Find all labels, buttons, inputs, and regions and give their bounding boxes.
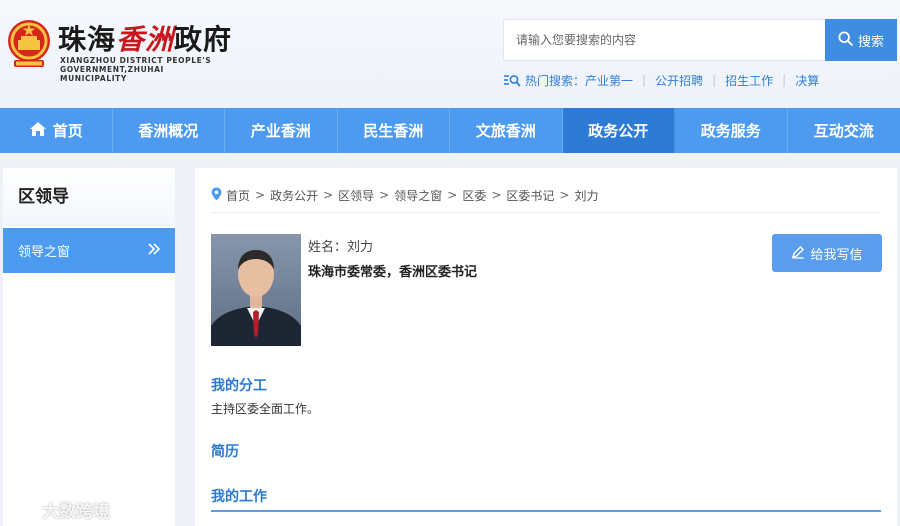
work-heading: 我的工作 (211, 489, 267, 505)
sidebar-title: 区领导 (3, 168, 175, 226)
breadcrumb-current: 刘力 (574, 188, 599, 203)
section-underline (211, 510, 881, 512)
breadcrumb-district-leaders[interactable]: 区领导 (338, 187, 374, 204)
hot-link-zhaopin[interactable]: 公开招聘 (655, 72, 703, 89)
sidebar-item-leaders-window[interactable]: 领导之窗 (3, 228, 175, 273)
search-button-label: 搜索 (857, 33, 884, 49)
duty-heading: 我的分工 (211, 378, 267, 394)
logo-english-line1: XIANGZHOU DISTRICT PEOPLE'S (60, 56, 212, 65)
nav-label-services: 政务服务 (700, 122, 761, 140)
logo-text-zhuhai: 珠海 (58, 23, 117, 56)
logo-english: XIANGZHOU DISTRICT PEOPLE'S GOVERNMENT,Z… (60, 56, 230, 83)
hot-search-icon (503, 73, 521, 87)
write-letter-label: 给我写信 (810, 246, 863, 262)
watermark-logo-icon (8, 497, 38, 522)
divider: | (782, 73, 787, 87)
logo-text-zhengfu: 政府 (174, 23, 233, 56)
main-content: 首页 > 政务公开 > 区领导 > 领导之窗 > 区委 > 区委书记 > 刘力 (195, 168, 897, 526)
nav-item-culture[interactable]: 文旅香洲 (450, 108, 563, 153)
nav-label-livelihood: 民生香洲 (363, 122, 424, 140)
sidebar-item-label: 领导之窗 (18, 245, 71, 260)
breadcrumb: 首页 > 政务公开 > 区领导 > 领导之窗 > 区委 > 区委书记 > 刘力 (211, 184, 881, 206)
watermark: 大数跨境 (8, 496, 110, 522)
breadcrumb-home[interactable]: 首页 (226, 187, 250, 204)
pen-icon (791, 245, 805, 262)
breadcrumb-leaders-window[interactable]: 领导之窗 (394, 187, 442, 204)
hot-link-juesuan[interactable]: 决算 (795, 72, 819, 89)
search-placeholder: 请输入您要搜索的内容 (516, 33, 637, 47)
nav-label-overview: 香洲概况 (138, 122, 199, 140)
nav-item-home[interactable]: 首页 (0, 108, 113, 153)
hot-search-bar: 热门搜索： 产业第一 | 公开招聘 | 招生工作 | 决算 (503, 70, 819, 90)
nav-label-culture: 文旅香洲 (475, 122, 536, 140)
divider: | (642, 73, 647, 87)
search-button[interactable]: 搜索 (825, 19, 897, 61)
double-chevron-right-icon (147, 242, 161, 259)
nav-label-home: 首页 (52, 122, 83, 140)
nav-label-industry: 产业香洲 (250, 122, 311, 140)
main-nav: 首页 香洲概况 产业香洲 民生香洲 文旅香洲 政务公开 政务服务 互动交流 (0, 108, 900, 153)
breadcrumb-separator: > (491, 188, 502, 202)
sidebar: 区领导 领导之窗 (3, 168, 175, 526)
home-icon (29, 121, 47, 141)
nav-item-services[interactable]: 政务服务 (675, 108, 788, 153)
logo-text-xiangzhou: 香洲 (116, 23, 175, 56)
breadcrumb-separator: > (255, 188, 266, 202)
national-emblem-icon (6, 18, 52, 70)
search-input[interactable]: 请输入您要搜索的内容 (503, 19, 825, 61)
breadcrumb-separator: > (323, 188, 334, 202)
logo-english-line2: GOVERNMENT,ZHUHAI MUNICIPALITY (60, 65, 164, 83)
hot-link-chanye[interactable]: 产业第一 (585, 72, 633, 89)
nav-item-industry[interactable]: 产业香洲 (225, 108, 338, 153)
breadcrumb-separator: > (559, 188, 570, 202)
nav-item-government-affairs[interactable]: 政务公开 (562, 108, 675, 153)
site-header: 珠海香洲政府 XIANGZHOU DISTRICT PEOPLE'S GOVER… (0, 0, 900, 108)
divider: | (712, 73, 717, 87)
duty-text: 主持区委全面工作。 (211, 402, 320, 416)
breadcrumb-separator: > (379, 188, 390, 202)
site-logo[interactable]: 珠海香洲政府 (58, 18, 232, 56)
hot-search-label: 热门搜索： (525, 73, 586, 88)
breadcrumb-government-affairs[interactable]: 政务公开 (270, 187, 318, 204)
leader-title: 珠海市委常委，香洲区委书记 (308, 265, 478, 280)
nav-label-government-affairs: 政务公开 (588, 122, 649, 140)
divider (211, 212, 881, 213)
breadcrumb-secretary[interactable]: 区委书记 (506, 187, 554, 204)
hot-link-zhaosheng[interactable]: 招生工作 (725, 72, 773, 89)
search-icon (838, 31, 853, 49)
nav-item-livelihood[interactable]: 民生香洲 (338, 108, 450, 153)
breadcrumb-separator: > (447, 188, 458, 202)
breadcrumb-district-committee[interactable]: 区委 (462, 187, 486, 204)
leader-name: 姓名：刘力 (308, 240, 374, 255)
location-pin-icon (211, 187, 222, 204)
nav-item-overview[interactable]: 香洲概况 (113, 108, 225, 153)
nav-label-interaction: 互动交流 (813, 122, 874, 140)
resume-heading: 简历 (211, 444, 239, 460)
leader-photo (211, 234, 301, 346)
write-letter-button[interactable]: 给我写信 (772, 234, 882, 272)
watermark-text: 大数跨境 (42, 501, 110, 522)
nav-item-interaction[interactable]: 互动交流 (788, 108, 900, 153)
